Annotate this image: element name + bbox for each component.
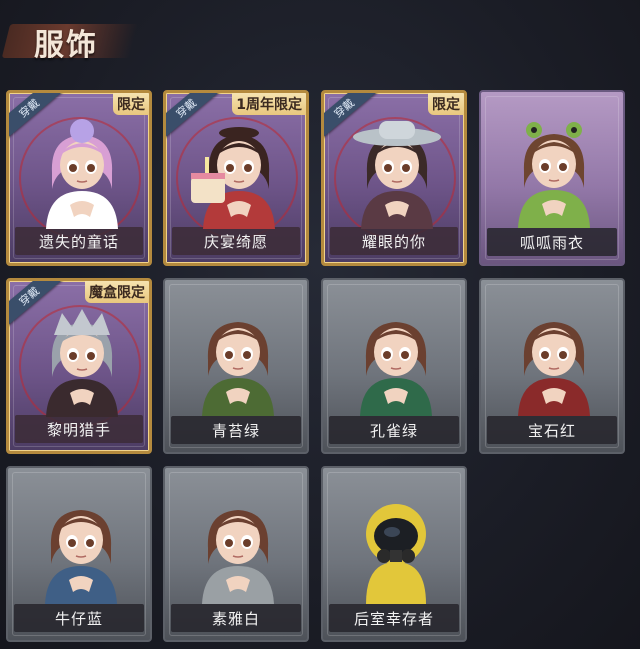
outfit-card[interactable]: 青苔绿 — [163, 278, 309, 454]
girl-plain-white-icon — [188, 492, 288, 604]
outfit-card[interactable]: 素雅白 — [163, 466, 309, 642]
girl-peacock-green-icon — [346, 304, 446, 416]
outfit-name: 素雅白 — [171, 604, 301, 632]
outfit-card[interactable]: 穿戴 限定 遗失的童话 — [6, 90, 152, 266]
outfit-name: 牛仔蓝 — [14, 604, 144, 632]
outfit-grid: 穿戴 限定 遗失的童话 穿戴 1周年限定 庆宴绮愿 穿戴 限定 耀眼的你 呱呱雨… — [0, 0, 640, 649]
outfit-name: 后室幸存者 — [329, 604, 459, 632]
cowboy-hat-character-icon — [347, 117, 447, 229]
outfit-name: 青苔绿 — [171, 416, 301, 444]
outfit-name: 黎明猎手 — [15, 415, 143, 443]
outfit-card[interactable]: 穿戴 魔盒限定 黎明猎手 — [6, 278, 152, 454]
outfit-name: 庆宴绮愿 — [172, 227, 300, 255]
outfit-name: 遗失的童话 — [15, 227, 143, 255]
outfit-card[interactable]: 穿戴 1周年限定 庆宴绮愿 — [163, 90, 309, 266]
girl-denim-blue-icon — [31, 492, 131, 604]
limited-badge: 魔盒限定 — [85, 281, 149, 303]
outfit-card[interactable]: 穿戴 限定 耀眼的你 — [321, 90, 467, 266]
outfit-card[interactable]: 呱呱雨衣 — [479, 90, 625, 266]
birthday-cake-character-icon — [189, 117, 289, 229]
silver-hair-hunter-icon — [32, 305, 132, 417]
limited-badge: 限定 — [113, 93, 149, 115]
outfit-name: 耀眼的你 — [330, 227, 458, 255]
outfit-card[interactable]: 后室幸存者 — [321, 466, 467, 642]
outfit-name: 呱呱雨衣 — [487, 228, 617, 256]
outfit-card[interactable]: 宝石红 — [479, 278, 625, 454]
gas-mask-survivor-icon — [346, 492, 446, 604]
girl-ruby-red-icon — [504, 304, 604, 416]
girl-moss-green-icon — [188, 304, 288, 416]
limited-badge: 限定 — [428, 93, 464, 115]
limited-badge: 1周年限定 — [232, 93, 306, 115]
pink-hair-character-icon — [32, 117, 132, 229]
outfit-name: 孔雀绿 — [329, 416, 459, 444]
outfit-card[interactable]: 牛仔蓝 — [6, 466, 152, 642]
frog-hat-character-icon — [504, 116, 604, 228]
outfit-card[interactable]: 孔雀绿 — [321, 278, 467, 454]
outfit-name: 宝石红 — [487, 416, 617, 444]
